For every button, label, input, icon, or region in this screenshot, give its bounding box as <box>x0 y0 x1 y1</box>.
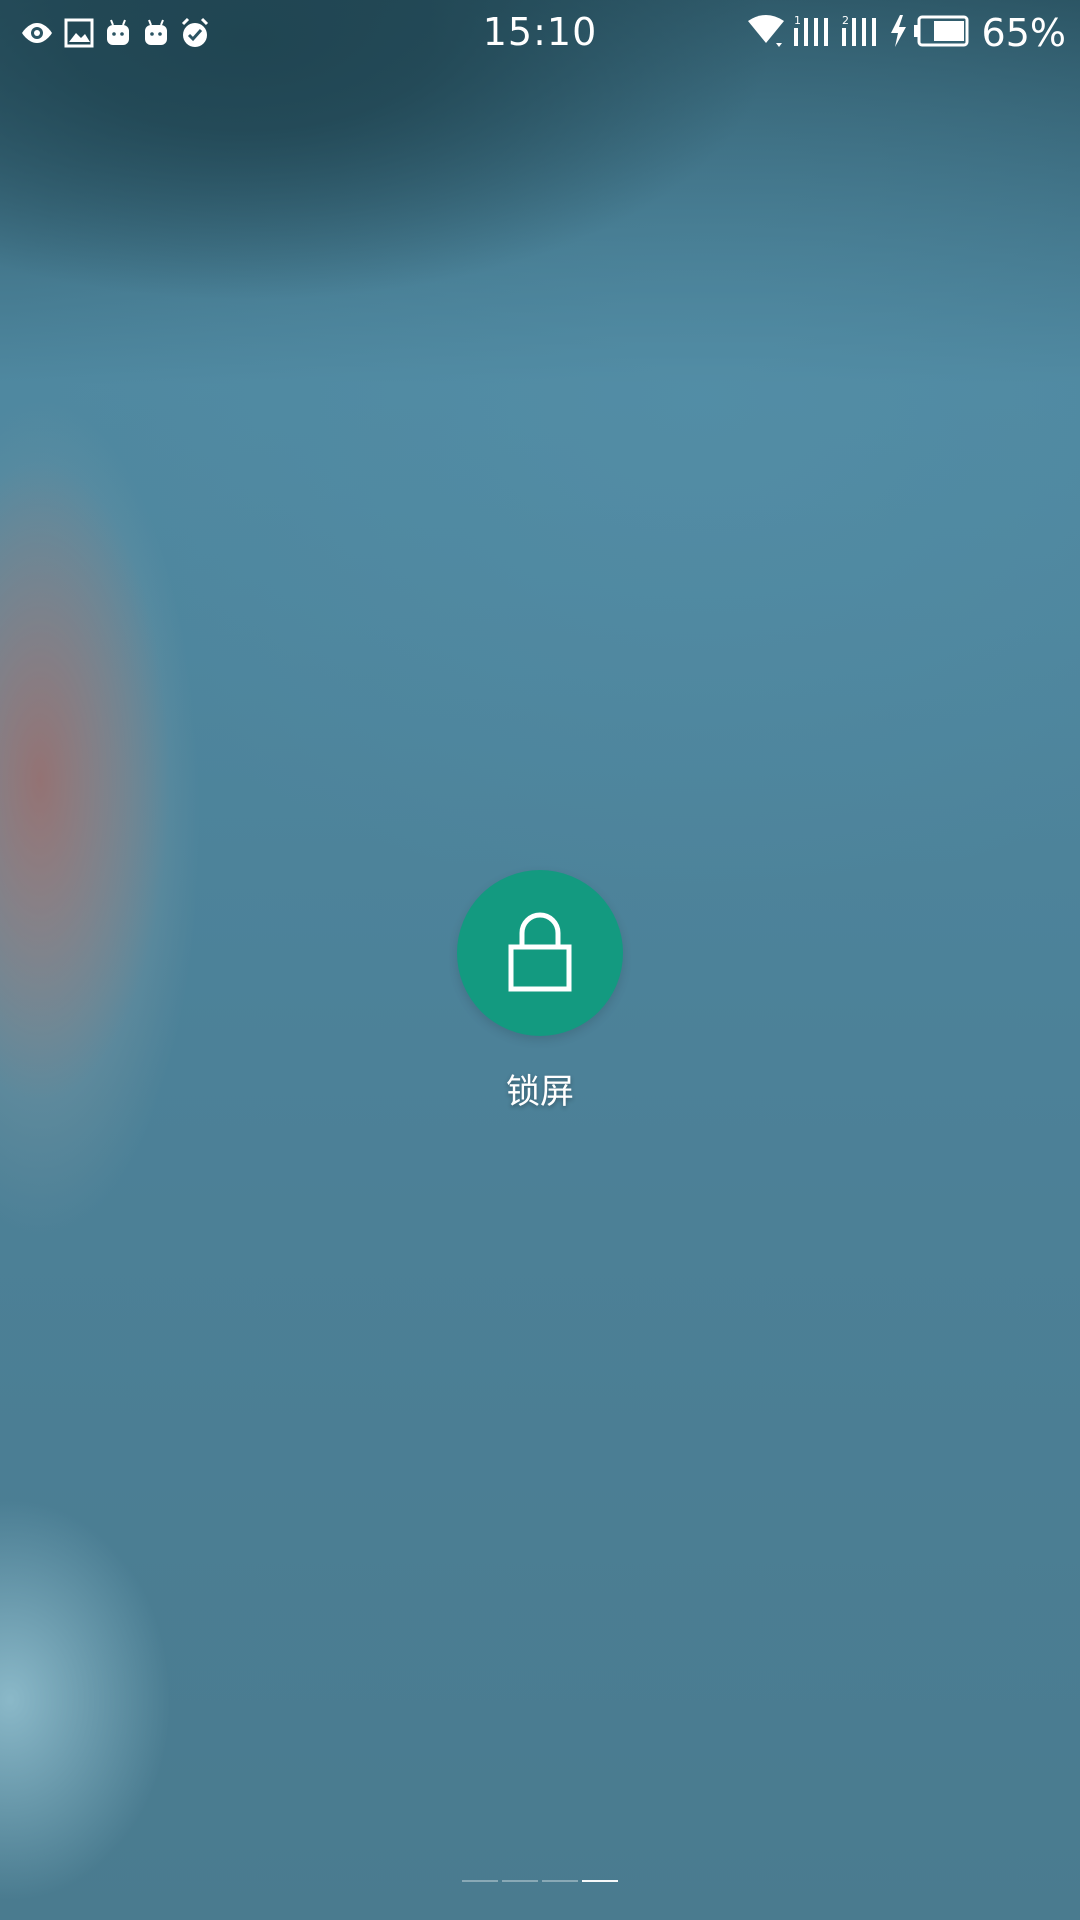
lock-icon <box>507 909 573 997</box>
page-indicator-dot[interactable] <box>542 1880 578 1882</box>
wifi-icon <box>746 15 786 51</box>
status-bar: 15:10 1 2 65% <box>0 0 1080 66</box>
sim1-label: 1 <box>794 14 801 27</box>
page-indicator-dot[interactable] <box>502 1880 538 1882</box>
page-indicator-dot-active[interactable] <box>582 1880 618 1882</box>
launcher-screen: 15:10 1 2 65% 锁屏 <box>0 0 1080 1920</box>
page-indicator-dot[interactable] <box>462 1880 498 1882</box>
system-icons: 1 2 65% <box>746 11 1066 55</box>
battery-percent: 65% <box>981 11 1066 55</box>
battery-icon <box>913 15 970 51</box>
signal-sim1-icon: 1 <box>792 14 834 52</box>
signal-sim2-icon: 2 <box>840 14 882 52</box>
lock-screen-shortcut[interactable]: 锁屏 <box>0 870 1080 1113</box>
charging-icon <box>888 14 908 52</box>
lock-label: 锁屏 <box>506 1072 574 1112</box>
lock-button[interactable] <box>457 870 623 1036</box>
page-indicator <box>0 1880 1080 1882</box>
sim2-label: 2 <box>842 14 849 27</box>
